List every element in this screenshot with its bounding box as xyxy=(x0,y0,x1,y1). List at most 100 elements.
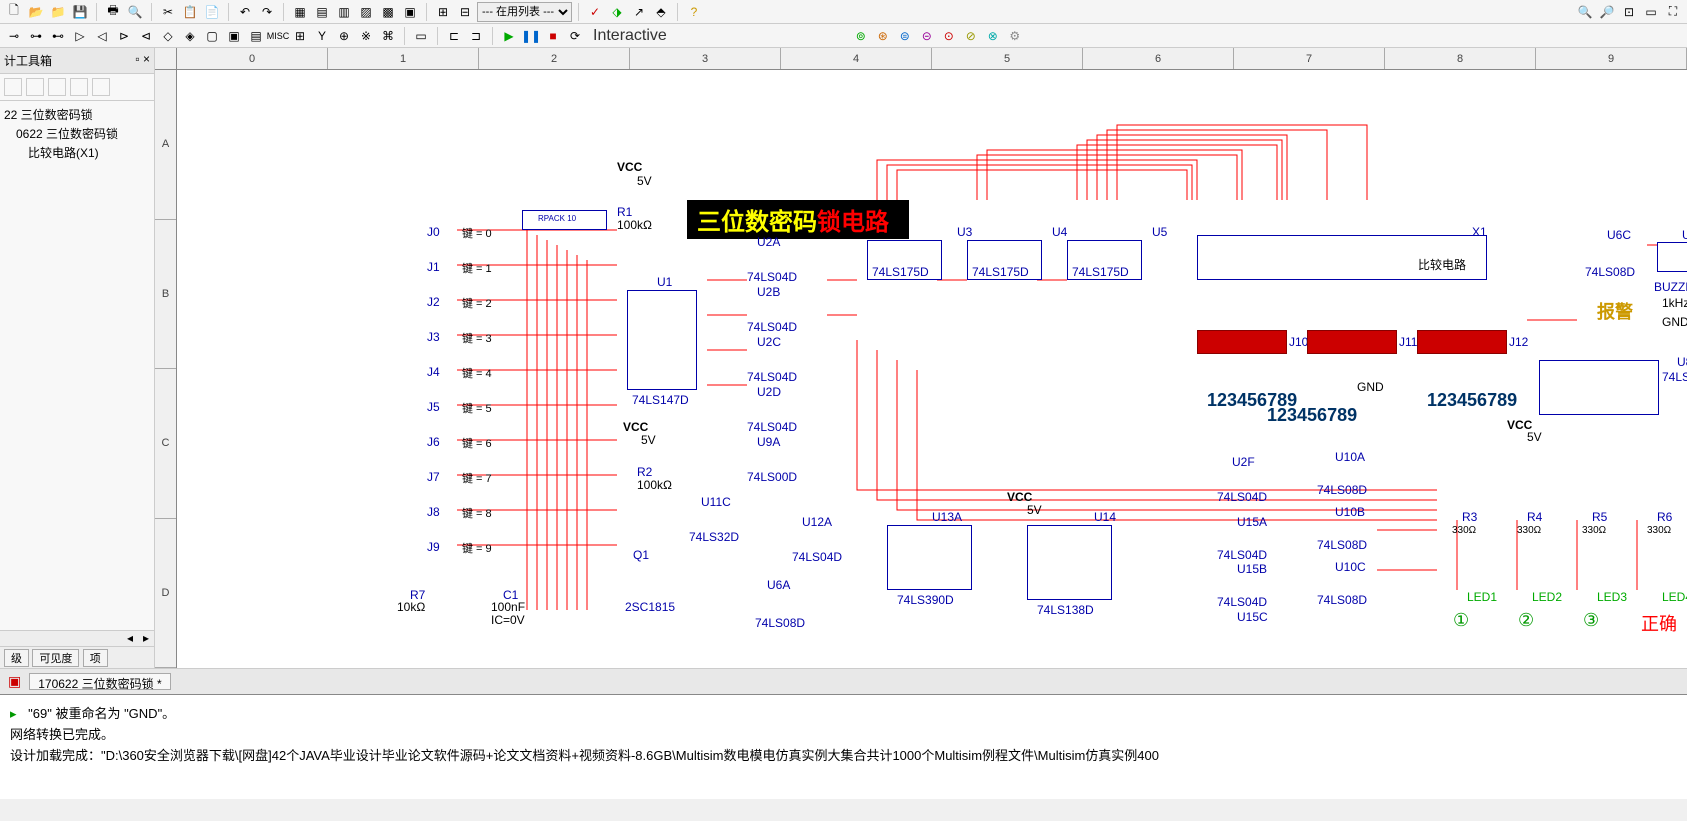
key-j1[interactable]: J1 xyxy=(427,260,440,274)
probe-4-icon[interactable]: ⬘ xyxy=(651,2,671,22)
led4-label[interactable]: LED4 xyxy=(1662,590,1687,604)
probe-3-icon[interactable]: ↗ xyxy=(629,2,649,22)
preview-icon[interactable]: 🔍 xyxy=(125,2,145,22)
tree-child-1[interactable]: 0622 三位数密码锁 xyxy=(4,124,150,143)
comp-4-icon[interactable]: ▷ xyxy=(70,26,90,46)
scroll-right-icon[interactable]: ▸ xyxy=(138,631,154,646)
dip-j12[interactable] xyxy=(1417,330,1507,354)
u8-component[interactable] xyxy=(1539,360,1659,415)
tool-2-icon[interactable]: ▤ xyxy=(312,2,332,22)
dip-j10[interactable] xyxy=(1197,330,1287,354)
help-icon[interactable]: ? xyxy=(684,2,704,22)
led3-label[interactable]: LED3 xyxy=(1597,590,1627,604)
key-j4[interactable]: J4 xyxy=(427,365,440,379)
tool-6-icon[interactable]: ▣ xyxy=(400,2,420,22)
sb-tool-2-icon[interactable] xyxy=(26,78,44,96)
inst-3-icon[interactable]: ⊜ xyxy=(895,26,915,46)
comp-11-icon[interactable]: ▣ xyxy=(224,26,244,46)
probe-1-icon[interactable]: ✓ xyxy=(585,2,605,22)
interactive-icon[interactable]: ⟳ xyxy=(565,26,585,46)
key-j3[interactable]: J3 xyxy=(427,330,440,344)
tree-root[interactable]: 22 三位数密码锁 xyxy=(4,105,150,124)
doc-tab-1[interactable]: 170622 三位数密码锁 * xyxy=(29,673,170,690)
inst-settings-icon[interactable]: ⚙ xyxy=(1005,26,1025,46)
inst-7-icon[interactable]: ⊗ xyxy=(983,26,1003,46)
scroll-left-icon[interactable]: ◂ xyxy=(122,631,138,646)
tool-7-icon[interactable]: ⊞ xyxy=(433,2,453,22)
undo-icon[interactable]: ↶ xyxy=(235,2,255,22)
sidebar-scrollbar[interactable]: ◂ ▸ xyxy=(0,630,154,646)
tool-8-icon[interactable]: ⊟ xyxy=(455,2,475,22)
stop-icon[interactable]: ■ xyxy=(543,26,563,46)
key-j0[interactable]: J0 xyxy=(427,225,440,239)
inst-4-icon[interactable]: ⊝ xyxy=(917,26,937,46)
place-1-icon[interactable]: ▭ xyxy=(411,26,431,46)
sidebar-controls[interactable]: ▫ × xyxy=(135,52,150,69)
copy-icon[interactable]: 📋 xyxy=(180,2,200,22)
tab-project[interactable]: 项 xyxy=(83,649,108,667)
comp-1-icon[interactable]: ⊸ xyxy=(4,26,24,46)
zoom-area-icon[interactable]: ▭ xyxy=(1641,2,1661,22)
tree-child-2[interactable]: 比较电路(X1) xyxy=(4,143,150,162)
tool-3-icon[interactable]: ▥ xyxy=(334,2,354,22)
fullscreen-icon[interactable]: ⛶ xyxy=(1663,2,1683,22)
place-2-icon[interactable]: ⊏ xyxy=(444,26,464,46)
run-icon[interactable]: ▶ xyxy=(499,26,519,46)
comp-3-icon[interactable]: ⊷ xyxy=(48,26,68,46)
comp-13-icon[interactable]: ⊞ xyxy=(290,26,310,46)
comp-8-icon[interactable]: ◇ xyxy=(158,26,178,46)
inst-6-icon[interactable]: ⊘ xyxy=(961,26,981,46)
buzzer-component[interactable] xyxy=(1657,242,1687,272)
key-j7[interactable]: J7 xyxy=(427,470,440,484)
key-j2[interactable]: J2 xyxy=(427,295,440,309)
zoom-out-icon[interactable]: 🔎 xyxy=(1597,2,1617,22)
u13a-component[interactable] xyxy=(887,525,972,590)
comp-2-icon[interactable]: ⊶ xyxy=(26,26,46,46)
comp-15-icon[interactable]: ⊕ xyxy=(334,26,354,46)
inst-5-icon[interactable]: ⊙ xyxy=(939,26,959,46)
comp-misc-icon[interactable]: MISC xyxy=(268,26,288,46)
comp-10-icon[interactable]: ▢ xyxy=(202,26,222,46)
key-j5[interactable]: J5 xyxy=(427,400,440,414)
zoom-fit-icon[interactable]: ⊡ xyxy=(1619,2,1639,22)
comp-14-icon[interactable]: Y xyxy=(312,26,332,46)
comp-17-icon[interactable]: ⌘ xyxy=(378,26,398,46)
comp-16-icon[interactable]: ※ xyxy=(356,26,376,46)
tool-4-icon[interactable]: ▨ xyxy=(356,2,376,22)
tool-5-icon[interactable]: ▩ xyxy=(378,2,398,22)
schematic-canvas[interactable]: 0 1 2 3 4 5 6 7 8 9 A B C D 三位数密码锁电路 xyxy=(155,48,1687,668)
new-file-icon[interactable]: 🗋 xyxy=(4,2,24,22)
key-j6[interactable]: J6 xyxy=(427,435,440,449)
comp-7-icon[interactable]: ⊲ xyxy=(136,26,156,46)
rpack-component[interactable]: RPACK 10 xyxy=(522,210,607,230)
redo-icon[interactable]: ↷ xyxy=(257,2,277,22)
u14-component[interactable] xyxy=(1027,525,1112,600)
tool-1-icon[interactable]: ▦ xyxy=(290,2,310,22)
sb-tool-1-icon[interactable] xyxy=(4,78,22,96)
tab-visibility[interactable]: 可见度 xyxy=(32,649,79,667)
sb-tool-4-icon[interactable] xyxy=(70,78,88,96)
place-3-icon[interactable]: ⊐ xyxy=(466,26,486,46)
cut-icon[interactable]: ✂ xyxy=(158,2,178,22)
open-file-icon[interactable]: 📂 xyxy=(26,2,46,22)
key-j8[interactable]: J8 xyxy=(427,505,440,519)
zoom-in-icon[interactable]: 🔍 xyxy=(1575,2,1595,22)
sb-tool-5-icon[interactable] xyxy=(92,78,110,96)
comp-5-icon[interactable]: ◁ xyxy=(92,26,112,46)
led2-label[interactable]: LED2 xyxy=(1532,590,1562,604)
sb-tool-3-icon[interactable] xyxy=(48,78,66,96)
probe-2-icon[interactable]: ⬗ xyxy=(607,2,627,22)
comp-6-icon[interactable]: ⊳ xyxy=(114,26,134,46)
tab-level[interactable]: 级 xyxy=(4,649,29,667)
key-j9[interactable]: J9 xyxy=(427,540,440,554)
schematic-area[interactable]: 三位数密码锁电路 xyxy=(177,70,1687,668)
inst-2-icon[interactable]: ⊛ xyxy=(873,26,893,46)
component-list-select[interactable]: --- 在用列表 --- xyxy=(477,2,572,22)
comp-9-icon[interactable]: ◈ xyxy=(180,26,200,46)
pause-icon[interactable]: ❚❚ xyxy=(521,26,541,46)
inst-1-icon[interactable]: ⊚ xyxy=(851,26,871,46)
led1-label[interactable]: LED1 xyxy=(1467,590,1497,604)
print-icon[interactable]: 🖶 xyxy=(103,2,123,22)
paste-icon[interactable]: 📄 xyxy=(202,2,222,22)
u1-component[interactable] xyxy=(627,290,697,390)
